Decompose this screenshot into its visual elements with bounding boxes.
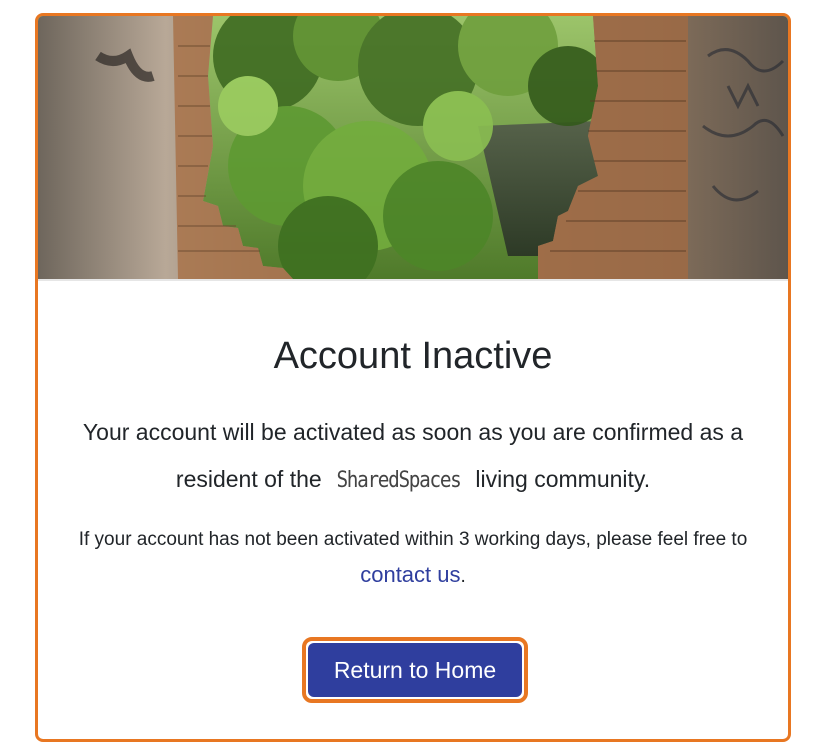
support-note-period: . <box>460 566 466 587</box>
activation-message-end: living community. <box>475 466 651 492</box>
account-inactive-card: Account Inactive Your account will be ac… <box>35 13 791 742</box>
hero-divider <box>38 279 788 281</box>
page-title: Account Inactive <box>273 335 553 377</box>
support-note: If your account has not been activated w… <box>48 522 778 594</box>
contact-us-link[interactable]: contact us <box>360 562 460 587</box>
return-home-button[interactable]: Return to Home <box>308 643 522 697</box>
return-home-focus-ring: Return to Home <box>302 637 528 703</box>
hero-image <box>38 16 788 279</box>
support-note-text: If your account has not been activated w… <box>78 529 748 550</box>
brand-name: SharedSpaces <box>336 468 462 493</box>
activation-message: Your account will be activated as soon a… <box>58 409 768 504</box>
